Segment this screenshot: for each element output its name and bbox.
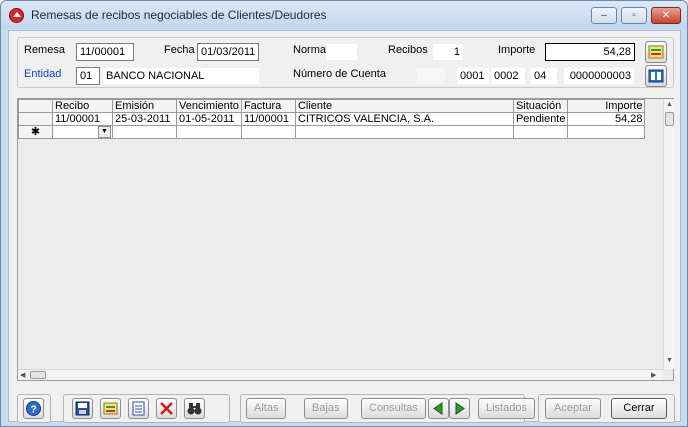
new-factura-cell[interactable] [240,125,296,139]
listados-button[interactable]: Listados [478,398,535,419]
importe-label: Importe [498,44,536,56]
navigation-group: Altas Bajas Consultas Listados [240,394,535,423]
new-emision-cell[interactable] [112,125,177,139]
cuenta-dc-field[interactable]: 04 [530,67,558,85]
app-window: Remesas de recibos negociables de Client… [0,0,688,427]
recibos-table: Recibo Emisión Vencimiento Factura Clien… [18,99,646,139]
cuenta-field-0[interactable] [416,67,446,85]
horizontal-scroll-thumb[interactable] [30,371,46,379]
delete-icon [160,402,173,415]
edit-icon [103,402,118,415]
new-vencimiento-cell[interactable] [176,125,242,139]
new-importe-cell[interactable] [567,125,646,139]
recibos-label: Recibos [388,44,428,56]
cuenta-oficina-field[interactable]: 0002 [490,67,526,85]
column-header-situacion[interactable]: Situación [512,99,569,113]
options-button[interactable] [645,41,667,63]
row-selector[interactable] [18,112,53,126]
column-header-importe[interactable]: Importe [567,99,646,113]
column-header-cliente[interactable]: Cliente [294,99,514,113]
help-icon: ? [26,401,41,416]
vertical-scrollbar[interactable]: ▲ ▼ [663,99,674,369]
edit-button[interactable] [100,398,121,419]
vertical-scroll-thumb[interactable] [665,112,674,126]
new-recibo-cell[interactable]: ▼ [52,125,113,139]
scroll-right-arrow-icon[interactable]: ▶ [651,371,656,379]
cell-situacion[interactable]: Pendiente [512,112,569,126]
scroll-up-arrow-icon[interactable]: ▲ [666,101,673,108]
column-header-factura[interactable]: Factura [240,99,296,113]
recibos-grid: Recibo Emisión Vencimiento Factura Clien… [17,98,674,381]
importe-field[interactable]: 54,28 [545,43,635,61]
window-title: Remesas de recibos negociables de Client… [31,8,327,22]
aceptar-button[interactable]: Aceptar [545,398,601,419]
help-group: ? [17,394,51,423]
norma-field[interactable] [326,43,358,61]
dropdown-chevron-icon[interactable]: ▼ [98,126,111,138]
row-header-corner [18,99,53,113]
cell-vencimiento[interactable]: 01-05-2011 [176,112,242,126]
remesa-header-panel: Remesa 11/00001 Fecha 01/03/2011 Norma R… [17,37,674,88]
table-header-row: Recibo Emisión Vencimiento Factura Clien… [18,99,646,113]
document-icon [132,401,145,416]
record-tools-group [63,394,230,423]
book-button[interactable] [645,65,667,87]
fecha-field[interactable]: 01/03/2011 [197,43,259,61]
cuenta-entidad-field[interactable]: 0001 [456,67,490,85]
help-button[interactable]: ? [23,398,44,419]
column-header-recibo[interactable]: Recibo [52,99,113,113]
table-row[interactable]: 11/00001 25-03-2011 01-05-2011 11/00001 … [18,112,646,126]
cell-factura[interactable]: 11/00001 [240,112,296,126]
arrow-left-icon [433,402,443,415]
new-row-marker: ✱ [18,125,53,139]
svg-text:?: ? [30,405,36,416]
document-button[interactable] [128,398,149,419]
consultas-button[interactable]: Consultas [361,398,426,419]
norma-label: Norma [293,44,327,56]
book-icon [648,69,664,83]
cell-cliente[interactable]: CITRICOS VALENCIA, S.A. [294,112,514,126]
remesa-label: Remesa [24,44,65,56]
close-button[interactable]: ✕ [651,7,681,24]
table-new-row[interactable]: ✱ ▼ [18,125,646,139]
form-client-area: Remesa 11/00001 Fecha 01/03/2011 Norma R… [8,30,681,423]
minimize-button[interactable]: – [591,7,617,24]
column-header-emision[interactable]: Emisión [112,99,177,113]
options-icon [648,45,664,59]
horizontal-scrollbar[interactable]: ◀ ▶ [18,369,663,380]
search-button[interactable] [184,398,205,419]
previous-record-button[interactable] [428,398,449,419]
app-logo-icon [9,8,24,23]
altas-button[interactable]: Altas [246,398,287,419]
binoculars-icon [187,403,202,415]
dialog-buttons-group: Aceptar Cerrar [538,394,675,423]
entidad-code-field[interactable]: 01 [76,67,100,85]
maximize-button[interactable]: ▫ [621,7,647,24]
column-header-vencimiento[interactable]: Vencimiento [176,99,242,113]
title-bar: Remesas de recibos negociables de Client… [1,1,687,29]
save-button[interactable] [72,398,93,419]
scroll-left-arrow-icon[interactable]: ◀ [20,371,25,379]
new-situacion-cell[interactable] [512,125,569,139]
entidad-label[interactable]: Entidad [24,68,61,80]
cerrar-button[interactable]: Cerrar [611,398,667,419]
fecha-label: Fecha [164,44,195,56]
cuenta-label: Número de Cuenta [293,68,386,80]
entidad-name-field: BANCO NACIONAL [102,67,260,85]
bajas-button[interactable]: Bajas [304,398,348,419]
new-cliente-cell[interactable] [294,125,514,139]
next-record-button[interactable] [449,398,470,419]
cuenta-numero-field[interactable]: 0000000003 [563,67,635,85]
remesa-field[interactable]: 11/00001 [76,43,134,61]
cell-emision[interactable]: 25-03-2011 [112,112,177,126]
delete-button[interactable] [156,398,177,419]
scroll-down-arrow-icon[interactable]: ▼ [666,357,673,364]
arrow-right-icon [455,402,465,415]
cell-importe[interactable]: 54,28 [567,112,646,126]
save-icon [75,401,90,416]
recibos-field[interactable]: 1 [432,43,464,61]
cell-recibo[interactable]: 11/00001 [52,112,113,126]
